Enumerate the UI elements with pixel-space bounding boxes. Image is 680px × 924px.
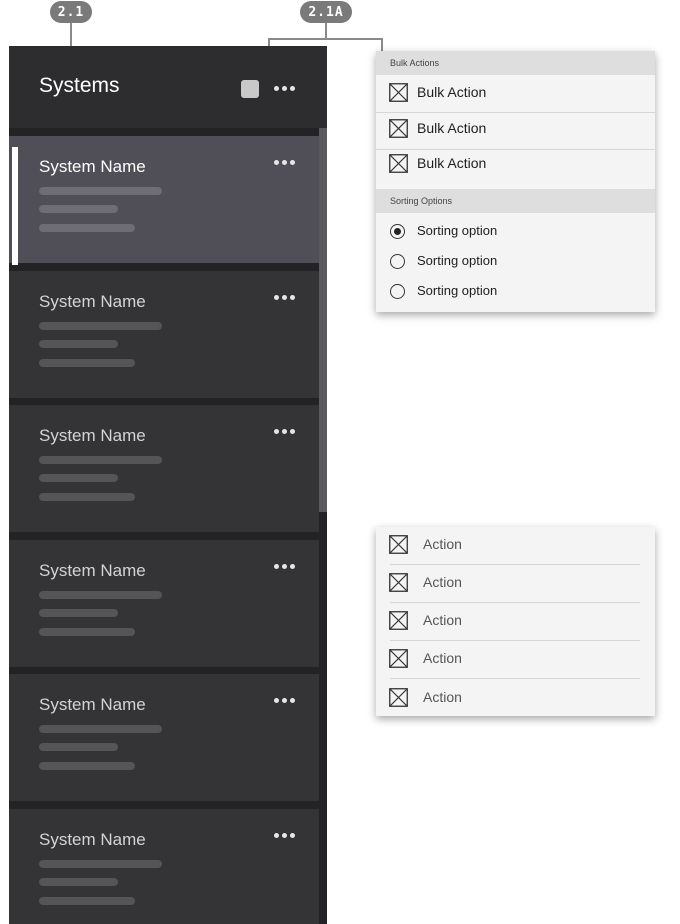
sorting-option-item[interactable]: Sorting option	[376, 214, 655, 244]
action-item[interactable]: Action	[376, 680, 655, 716]
action-item[interactable]: Action	[376, 641, 655, 677]
bulk-action-label: Bulk Action	[417, 84, 487, 100]
placeholder-line	[39, 897, 135, 905]
action-label: Action	[423, 574, 462, 590]
divider	[390, 678, 640, 679]
overflow-menu-icon[interactable]	[274, 160, 295, 165]
system-name: System Name	[39, 157, 146, 176]
placeholder-line	[39, 493, 135, 501]
select-all-checkbox[interactable]	[241, 80, 259, 98]
overflow-menu-icon[interactable]	[274, 295, 295, 300]
system-card[interactable]: System Name	[9, 405, 319, 532]
placeholder-line	[39, 628, 135, 636]
placeholder-x-icon	[389, 688, 408, 707]
system-name: System Name	[39, 830, 146, 849]
selected-indicator	[12, 147, 18, 265]
system-card[interactable]: System Name	[9, 809, 319, 924]
panel-title: Systems	[39, 74, 120, 97]
sorting-option-label: Sorting option	[417, 283, 498, 298]
bulk-action-item[interactable]: Bulk Action	[376, 111, 655, 147]
overflow-menu-icon[interactable]	[274, 429, 295, 434]
placeholder-x-icon	[389, 154, 408, 173]
placeholder-x-icon	[389, 611, 408, 630]
placeholder-line	[39, 860, 162, 868]
system-name: System Name	[39, 695, 146, 714]
placeholder-line	[39, 609, 118, 617]
system-name: System Name	[39, 561, 146, 580]
sorting-option-item[interactable]: Sorting option	[376, 274, 655, 304]
placeholder-x-icon	[389, 649, 408, 668]
overflow-menu-icon[interactable]	[274, 698, 295, 703]
placeholder-x-icon	[389, 535, 408, 554]
placeholder-x-icon	[389, 119, 408, 138]
action-label: Action	[423, 612, 462, 628]
annotation-tag-2-1a: 2.1A	[300, 1, 352, 23]
placeholder-line	[39, 743, 118, 751]
placeholder-line	[39, 456, 162, 464]
placeholder-line	[39, 878, 118, 886]
sorting-options-section-header: Sorting Options	[376, 189, 655, 213]
bulk-action-item[interactable]: Bulk Action	[376, 146, 655, 182]
action-item[interactable]: Action	[376, 565, 655, 601]
placeholder-line	[39, 224, 135, 232]
system-name: System Name	[39, 292, 146, 311]
placeholder-line	[39, 725, 162, 733]
sorting-option-label: Sorting option	[417, 253, 498, 268]
panel-header: Systems	[9, 46, 327, 128]
leader-line	[268, 38, 383, 40]
sorting-option-item[interactable]: Sorting option	[376, 244, 655, 274]
system-card[interactable]: System Name	[9, 271, 319, 398]
placeholder-line	[39, 591, 162, 599]
radio-unselected-icon[interactable]	[390, 254, 405, 269]
action-item[interactable]: Action	[376, 603, 655, 639]
placeholder-line	[39, 762, 135, 770]
overflow-menu-icon[interactable]	[274, 833, 295, 838]
bulk-action-label: Bulk Action	[417, 120, 487, 136]
action-label: Action	[423, 689, 462, 705]
placeholder-x-icon	[389, 83, 408, 102]
radio-selected-icon[interactable]	[390, 224, 405, 239]
leader-line	[325, 23, 327, 39]
system-card[interactable]: System Name	[9, 136, 319, 265]
action-item[interactable]: Action	[376, 527, 655, 563]
system-card[interactable]: System Name	[9, 540, 319, 667]
radio-unselected-icon[interactable]	[390, 284, 405, 299]
overflow-menu-icon[interactable]	[274, 86, 295, 91]
bulk-action-label: Bulk Action	[417, 155, 487, 171]
placeholder-line	[39, 187, 162, 195]
systems-panel: Systems System Name System Name System N…	[9, 46, 327, 924]
bulk-actions-menu: Bulk Actions Bulk Action Bulk Action Bul…	[376, 51, 655, 312]
placeholder-line	[39, 474, 118, 482]
placeholder-line	[39, 205, 118, 213]
placeholder-line	[39, 340, 118, 348]
placeholder-x-icon	[389, 573, 408, 592]
bulk-action-item[interactable]: Bulk Action	[376, 75, 655, 111]
sorting-option-label: Sorting option	[417, 223, 498, 238]
bulk-actions-section-header: Bulk Actions	[376, 51, 655, 75]
annotation-tag-2-1: 2.1	[50, 1, 92, 23]
action-label: Action	[423, 650, 462, 666]
scrollbar[interactable]	[319, 128, 327, 512]
system-card[interactable]: System Name	[9, 674, 319, 801]
card-action-menu: Action Action Action Action Action	[376, 527, 655, 716]
action-label: Action	[423, 536, 462, 552]
overflow-menu-icon[interactable]	[274, 564, 295, 569]
system-name: System Name	[39, 426, 146, 445]
placeholder-line	[39, 359, 135, 367]
placeholder-line	[39, 322, 162, 330]
